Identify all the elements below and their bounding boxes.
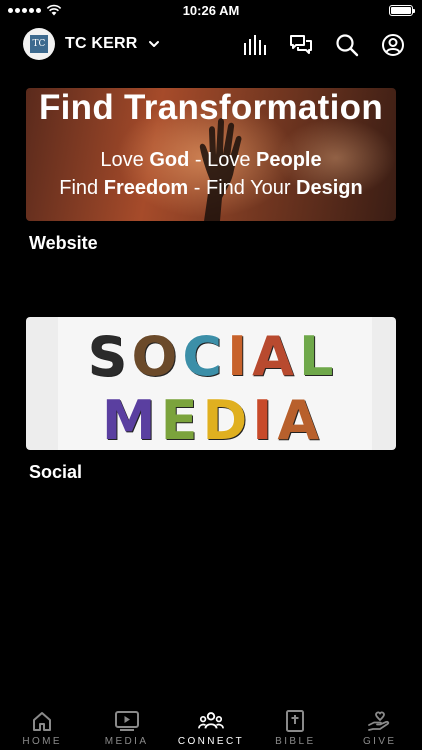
banner-tagline-1: Love God - Love People: [100, 149, 322, 171]
play-icon: [114, 708, 140, 734]
app-header: TC TC KERR: [0, 24, 422, 64]
tab-label: HOME: [22, 736, 62, 747]
tab-label: MEDIA: [104, 736, 149, 747]
collage-letter: L: [298, 325, 335, 388]
church-logo: TC: [23, 28, 55, 60]
collage-letter: E: [160, 389, 199, 450]
tab-label: CONNECT: [177, 736, 245, 747]
chat-icon[interactable]: [288, 32, 314, 58]
banner-headline: Find Transformation: [38, 88, 384, 127]
profile-icon[interactable]: [380, 32, 406, 58]
website-card[interactable]: Find Transformation Love God - Love Peop…: [26, 88, 396, 254]
church-logo-mark: TC: [30, 35, 48, 53]
collage-letter: O: [131, 325, 179, 388]
collage-letter: I: [252, 389, 274, 450]
banner-tagline-2: Find Freedom - Find Your Design: [59, 177, 363, 199]
collage-letter: D: [202, 389, 249, 450]
church-switcher[interactable]: TC TC KERR: [23, 28, 160, 60]
chevron-down-icon: [148, 41, 159, 47]
website-banner-image: Find Transformation Love God - Love Peop…: [26, 88, 396, 221]
bible-icon: [282, 708, 308, 734]
social-banner-image: SOCIAL MEDIA: [26, 317, 396, 450]
tab-media[interactable]: MEDIA: [85, 702, 169, 750]
tab-label: GIVE: [363, 736, 397, 747]
social-card[interactable]: SOCIAL MEDIA Social: [26, 317, 396, 483]
status-time: 10:26 AM: [182, 3, 240, 18]
home-icon: [29, 708, 55, 734]
tab-label: BIBLE: [275, 736, 316, 747]
collage-letter: I: [227, 325, 249, 388]
battery-icon: [389, 5, 415, 16]
search-icon[interactable]: [334, 32, 360, 58]
collage-letter: A: [277, 389, 321, 450]
banner-word-social: SOCIAL: [26, 325, 396, 388]
church-name: TC KERR: [65, 35, 138, 52]
bottom-tab-bar: HOME MEDIA CONNECT BIBLE GIVE: [0, 702, 422, 750]
people-icon: [198, 708, 224, 734]
audio-bars-icon[interactable]: [242, 32, 268, 58]
header-actions: [242, 32, 406, 58]
tab-bible[interactable]: BIBLE: [253, 702, 337, 750]
tab-connect[interactable]: CONNECT: [169, 702, 253, 750]
banner-word-media: MEDIA: [26, 389, 396, 450]
status-bar: 10:26 AM: [0, 0, 422, 22]
card-title: Website: [29, 233, 98, 253]
give-icon: [367, 708, 393, 734]
collage-letter: M: [101, 389, 157, 450]
card-title: Social: [29, 462, 83, 482]
tab-give[interactable]: GIVE: [338, 702, 422, 750]
collage-letter: C: [182, 325, 224, 388]
collage-letter: S: [87, 325, 128, 388]
tab-home[interactable]: HOME: [0, 702, 84, 750]
collage-letter: A: [252, 325, 295, 388]
